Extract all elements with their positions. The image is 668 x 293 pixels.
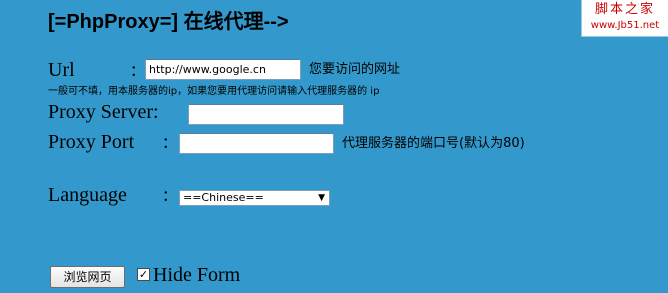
proxy-server-label: Proxy Server: (48, 101, 159, 123)
url-input[interactable] (145, 59, 301, 80)
watermark-line2: www.Jb51.net (590, 20, 660, 31)
proxy-server-input[interactable] (188, 104, 344, 125)
proxy-port-hint: 代理服务器的端口号(默认为80) (342, 136, 525, 151)
hide-form-label: Hide Form (153, 264, 241, 286)
proxy-port-colon: : (163, 131, 169, 153)
language-select[interactable]: ==Chinese== ▼ (179, 190, 330, 206)
hide-form-checkbox[interactable]: ✓ (137, 268, 150, 281)
watermark-line1: 脚本之家 (594, 2, 655, 17)
url-note: 一般可不填，用本服务器的ip，如果您要用代理访问请输入代理服务器的 ip (48, 86, 380, 97)
url-label: Url (48, 59, 75, 81)
language-label: Language (48, 184, 127, 206)
url-colon: : (131, 59, 137, 81)
language-colon: : (163, 184, 169, 206)
page-title: [=PhpProxy=] 在线代理--> (48, 11, 289, 33)
url-hint: 您要访问的网址 (309, 62, 401, 77)
browse-button[interactable]: 浏览网页 (50, 266, 125, 288)
site-watermark-logo: 脚本之家 www.Jb51.net (581, 0, 668, 37)
proxy-port-input[interactable] (179, 133, 334, 154)
dropdown-arrow-icon[interactable]: ▼ (318, 192, 325, 205)
proxy-port-label: Proxy Port (48, 131, 135, 153)
language-selected-value: ==Chinese== (183, 191, 264, 204)
